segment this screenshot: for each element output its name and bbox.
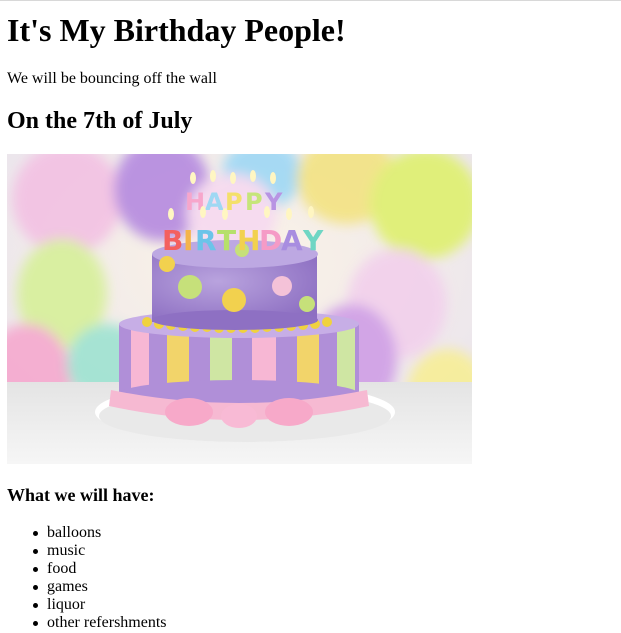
date-heading: On the 7th of July (7, 108, 193, 134)
list-item: games (33, 578, 167, 596)
svg-text:P: P (245, 188, 263, 216)
list-item-label: food (47, 560, 77, 577)
birthday-cake-image: H A P P Y B I R T H D A Y (7, 154, 472, 464)
bullet-icon (33, 585, 38, 590)
svg-text:I: I (183, 224, 193, 257)
svg-text:B: B (162, 224, 183, 257)
bullet-icon (33, 567, 38, 572)
bullet-icon (33, 603, 38, 608)
svg-text:Y: Y (302, 224, 324, 257)
list-item: other refershments (33, 614, 167, 632)
svg-text:T: T (217, 224, 236, 257)
bullet-icon (33, 549, 38, 554)
list-item: music (33, 542, 167, 560)
list-item-label: music (47, 542, 86, 559)
list-item-label: games (47, 578, 88, 595)
page-subtitle: We will be bouncing off the wall (7, 70, 217, 87)
svg-text:D: D (259, 224, 282, 257)
bullet-icon (33, 621, 38, 626)
svg-text:H: H (237, 224, 260, 257)
svg-text:A: A (205, 188, 224, 216)
list-item: balloons (33, 524, 167, 542)
list-item-label: liquor (47, 596, 86, 613)
page-title: It's My Birthday People! (7, 12, 346, 48)
list-item: food (33, 560, 167, 578)
bullet-icon (33, 531, 38, 536)
list-heading: What we will have: (7, 485, 155, 505)
svg-text:R: R (195, 224, 217, 257)
list-item: liquor (33, 596, 167, 614)
party-items-list: balloons music food games liquor other r… (7, 524, 167, 632)
list-item-label: other refershments (47, 614, 167, 631)
svg-text:A: A (281, 224, 303, 257)
list-item-label: balloons (47, 524, 102, 541)
